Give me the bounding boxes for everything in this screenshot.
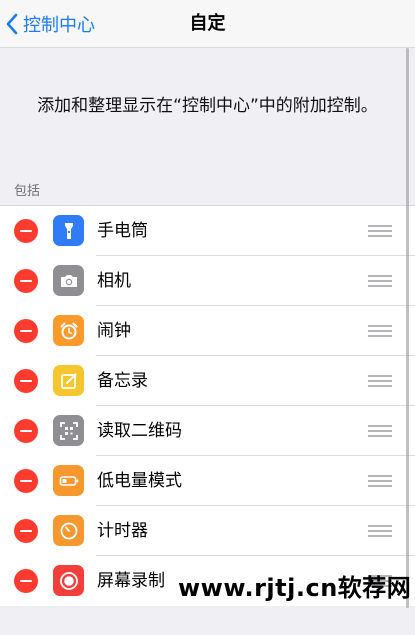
- watermark: www.rjtj.cn软荐网: [178, 574, 412, 602]
- remove-button[interactable]: [14, 469, 38, 493]
- reorder-handle-icon[interactable]: [368, 324, 392, 338]
- list-item-label: 屏幕录制: [97, 571, 165, 591]
- battery-icon: [53, 465, 84, 496]
- timer-icon: [53, 515, 84, 546]
- back-button[interactable]: 控制中心: [4, 0, 95, 48]
- list-item-timer: 计时器: [0, 506, 415, 556]
- reorder-handle-icon[interactable]: [368, 524, 392, 538]
- remove-button[interactable]: [14, 319, 38, 343]
- section-description: 添加和整理显示在“控制中心”中的附加控制。: [37, 96, 378, 116]
- list-item-label: 读取二维码: [97, 421, 182, 441]
- remove-button[interactable]: [14, 269, 38, 293]
- included-controls-list: 手电筒 相机 闹钟 备忘录 读取二维码 低电量模式 计时器 屏幕录制: [0, 205, 415, 606]
- alarm-clock-icon: [53, 315, 84, 346]
- qr-code-icon: [53, 415, 84, 446]
- notes-icon: [53, 365, 84, 396]
- camera-icon: [53, 265, 84, 296]
- remove-button[interactable]: [14, 419, 38, 443]
- list-item-notes: 备忘录: [0, 356, 415, 406]
- navigation-bar: 控制中心 自定: [0, 0, 415, 48]
- list-item-label: 计时器: [97, 521, 148, 541]
- scrollbar[interactable]: [406, 48, 409, 608]
- list-item-label: 低电量模式: [97, 471, 182, 491]
- chevron-left-icon: [6, 13, 18, 35]
- list-item-label: 相机: [97, 271, 131, 291]
- list-item-label: 闹钟: [97, 321, 131, 341]
- remove-button[interactable]: [14, 369, 38, 393]
- reorder-handle-icon[interactable]: [368, 274, 392, 288]
- list-item-alarm: 闹钟: [0, 306, 415, 356]
- list-item-qr-scanner: 读取二维码: [0, 406, 415, 456]
- reorder-handle-icon[interactable]: [368, 224, 392, 238]
- remove-button[interactable]: [14, 219, 38, 243]
- reorder-handle-icon[interactable]: [368, 374, 392, 388]
- remove-button[interactable]: [14, 569, 38, 593]
- list-item-flashlight: 手电筒: [0, 206, 415, 256]
- reorder-handle-icon[interactable]: [368, 424, 392, 438]
- remove-button[interactable]: [14, 519, 38, 543]
- list-item-low-power-mode: 低电量模式: [0, 456, 415, 506]
- list-item-label: 手电筒: [97, 221, 148, 241]
- section-header-included: 包括: [14, 184, 41, 199]
- list-item-label: 备忘录: [97, 371, 148, 391]
- screen-record-icon: [53, 565, 84, 596]
- flashlight-icon: [53, 215, 84, 246]
- back-label: 控制中心: [23, 15, 95, 36]
- reorder-handle-icon[interactable]: [368, 474, 392, 488]
- list-item-camera: 相机: [0, 256, 415, 306]
